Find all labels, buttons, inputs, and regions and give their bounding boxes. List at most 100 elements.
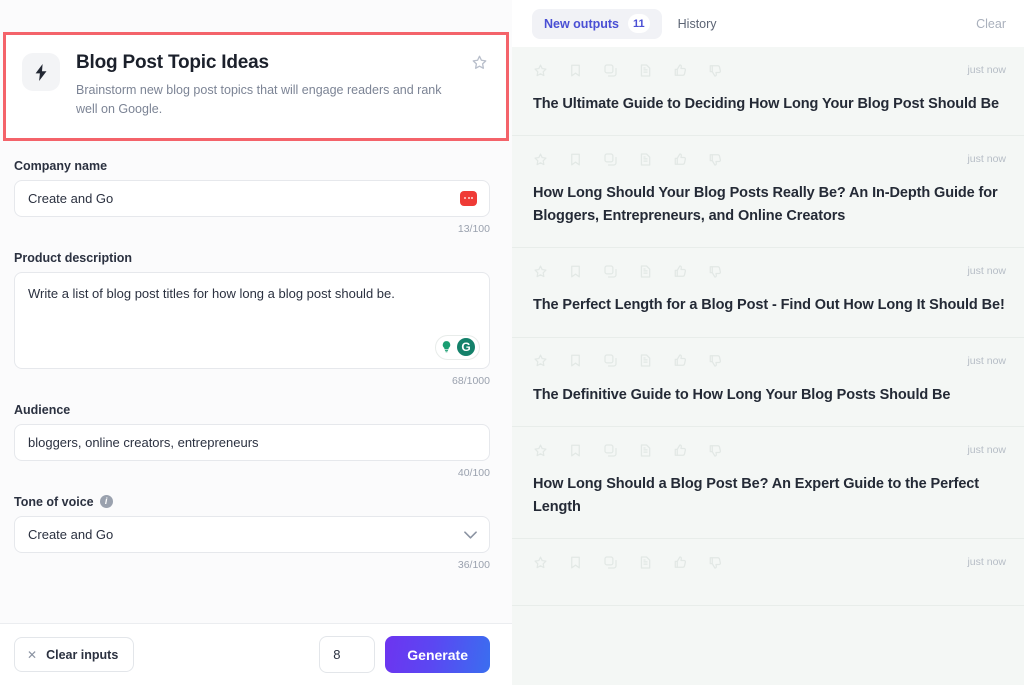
product-description-input[interactable]: Write a list of blog post titles for how… xyxy=(14,272,490,369)
tab-new-outputs-label: New outputs xyxy=(544,17,619,31)
thumbs-down-icon[interactable] xyxy=(708,353,723,368)
field-audience: Audience bloggers, online creators, entr… xyxy=(14,403,490,479)
outputs-panel: New outputs 11 History Clear xyxy=(512,0,1024,685)
copy-icon[interactable] xyxy=(603,555,618,570)
output-timestamp: just now xyxy=(967,355,1006,367)
thumbs-down-icon[interactable] xyxy=(708,63,723,78)
output-card[interactable]: just now The Perfect Length for a Blog P… xyxy=(512,248,1024,337)
star-icon[interactable] xyxy=(533,152,548,167)
audience-label: Audience xyxy=(14,403,490,417)
generate-button[interactable]: Generate xyxy=(385,636,490,673)
bookmark-icon[interactable] xyxy=(568,353,583,368)
chevron-down-icon[interactable] xyxy=(464,527,477,542)
brand-logo-icon[interactable] xyxy=(460,191,477,206)
company-name-input[interactable]: Create and Go xyxy=(14,180,490,217)
tone-of-voice-label: Tone of voice i xyxy=(14,495,490,509)
thumbs-up-icon[interactable] xyxy=(673,443,688,458)
document-icon[interactable] xyxy=(638,152,653,167)
tone-of-voice-select[interactable]: Create and Go xyxy=(14,516,490,553)
output-timestamp: just now xyxy=(967,64,1006,76)
field-tone-of-voice: Tone of voice i Create and Go 36/100 xyxy=(14,495,490,571)
outputs-list: just now The Ultimate Guide to Deciding … xyxy=(512,47,1024,685)
tab-history-label: History xyxy=(678,17,717,31)
bookmark-icon[interactable] xyxy=(568,63,583,78)
copy-icon[interactable] xyxy=(603,443,618,458)
tab-new-outputs[interactable]: New outputs 11 xyxy=(532,9,662,39)
thumbs-up-icon[interactable] xyxy=(673,555,688,570)
output-text: The Definitive Guide to How Long Your Bl… xyxy=(533,384,1006,406)
bookmark-icon[interactable] xyxy=(568,152,583,167)
app-root: Blog Post Topic Ideas Brainstorm new blo… xyxy=(0,0,1024,685)
close-x-icon: ✕ xyxy=(27,648,37,662)
star-icon[interactable] xyxy=(533,353,548,368)
field-company-name: Company name Create and Go 13/100 xyxy=(14,159,490,235)
document-icon[interactable] xyxy=(638,555,653,570)
thumbs-up-icon[interactable] xyxy=(673,152,688,167)
output-card[interactable]: just now xyxy=(512,539,1024,606)
product-description-counter: 68/1000 xyxy=(14,375,490,387)
output-card[interactable]: just now The Ultimate Guide to Deciding … xyxy=(512,47,1024,136)
output-timestamp: just now xyxy=(967,265,1006,277)
output-card[interactable]: just now How Long Should Your Blog Posts… xyxy=(512,136,1024,248)
output-text: The Perfect Length for a Blog Post - Fin… xyxy=(533,294,1006,316)
star-icon[interactable] xyxy=(533,63,548,78)
output-card-actions: just now xyxy=(533,261,1006,281)
bookmark-icon[interactable] xyxy=(568,555,583,570)
document-icon[interactable] xyxy=(638,264,653,279)
audience-counter: 40/100 xyxy=(14,467,490,479)
star-icon[interactable] xyxy=(533,443,548,458)
output-card[interactable]: just now The Definitive Guide to How Lon… xyxy=(512,338,1024,427)
clear-outputs-link[interactable]: Clear xyxy=(976,17,1006,31)
output-card-actions: just now xyxy=(533,440,1006,460)
tab-history[interactable]: History xyxy=(666,9,729,39)
star-icon[interactable] xyxy=(533,264,548,279)
thumbs-down-icon[interactable] xyxy=(708,555,723,570)
thumbs-down-icon[interactable] xyxy=(708,443,723,458)
output-text: How Long Should Your Blog Posts Really B… xyxy=(533,182,1006,227)
output-timestamp: just now xyxy=(967,444,1006,456)
bookmark-icon[interactable] xyxy=(568,443,583,458)
copy-icon[interactable] xyxy=(603,63,618,78)
form-footer-bar: ✕ Clear inputs 8 Generate xyxy=(0,623,512,685)
star-outline-icon[interactable] xyxy=(471,54,488,76)
grammarly-g-icon[interactable]: G xyxy=(457,338,475,356)
output-card-actions: just now xyxy=(533,149,1006,169)
tool-form: Company name Create and Go 13/100 Produc… xyxy=(0,141,512,623)
output-card-actions: just now xyxy=(533,60,1006,80)
clear-inputs-label: Clear inputs xyxy=(46,648,118,662)
document-icon[interactable] xyxy=(638,63,653,78)
thumbs-up-icon[interactable] xyxy=(673,264,688,279)
thumbs-down-icon[interactable] xyxy=(708,152,723,167)
copy-icon[interactable] xyxy=(603,353,618,368)
output-text: The Ultimate Guide to Deciding How Long … xyxy=(533,93,1006,115)
output-card-actions: just now xyxy=(533,552,1006,572)
thumbs-up-icon[interactable] xyxy=(673,63,688,78)
copy-icon[interactable] xyxy=(603,152,618,167)
output-card-actions: just now xyxy=(533,351,1006,371)
company-name-counter: 13/100 xyxy=(14,223,490,235)
lightning-bolt-icon xyxy=(22,53,60,91)
tool-meta: Blog Post Topic Ideas Brainstorm new blo… xyxy=(76,51,455,120)
audience-input[interactable]: bloggers, online creators, entrepreneurs xyxy=(14,424,490,461)
writing-assistant-widget[interactable]: G xyxy=(435,335,480,360)
lightbulb-icon[interactable] xyxy=(440,339,453,356)
star-icon[interactable] xyxy=(533,555,548,570)
document-icon[interactable] xyxy=(638,353,653,368)
copy-icon[interactable] xyxy=(603,264,618,279)
tone-of-voice-counter: 36/100 xyxy=(14,559,490,571)
bookmark-icon[interactable] xyxy=(568,264,583,279)
output-text: How Long Should a Blog Post Be? An Exper… xyxy=(533,473,1006,518)
output-count-input[interactable]: 8 xyxy=(319,636,375,673)
clear-inputs-button[interactable]: ✕ Clear inputs xyxy=(14,637,134,672)
tone-of-voice-value: Create and Go xyxy=(28,527,464,542)
info-circle-icon[interactable]: i xyxy=(100,495,113,508)
output-card[interactable]: just now How Long Should a Blog Post Be?… xyxy=(512,427,1024,539)
tone-of-voice-label-text: Tone of voice xyxy=(14,495,94,509)
tool-header: Blog Post Topic Ideas Brainstorm new blo… xyxy=(3,32,509,141)
outputs-header: New outputs 11 History Clear xyxy=(512,0,1024,47)
field-product-description: Product description Write a list of blog… xyxy=(14,251,490,387)
company-name-value: Create and Go xyxy=(28,191,460,206)
thumbs-down-icon[interactable] xyxy=(708,264,723,279)
document-icon[interactable] xyxy=(638,443,653,458)
thumbs-up-icon[interactable] xyxy=(673,353,688,368)
